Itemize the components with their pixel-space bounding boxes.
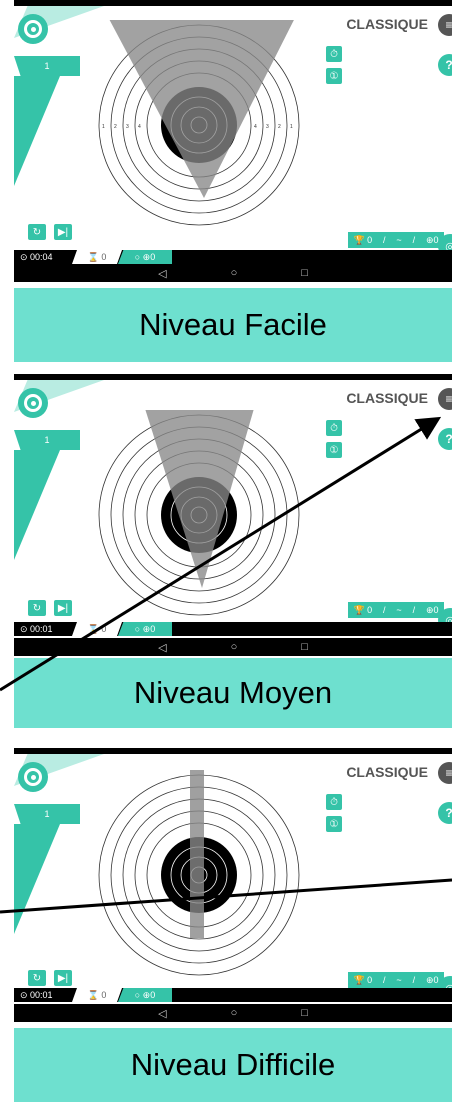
annotation-arrows [0, 416, 452, 914]
arrow-line [0, 878, 452, 914]
arrow-to-help [0, 416, 442, 692]
